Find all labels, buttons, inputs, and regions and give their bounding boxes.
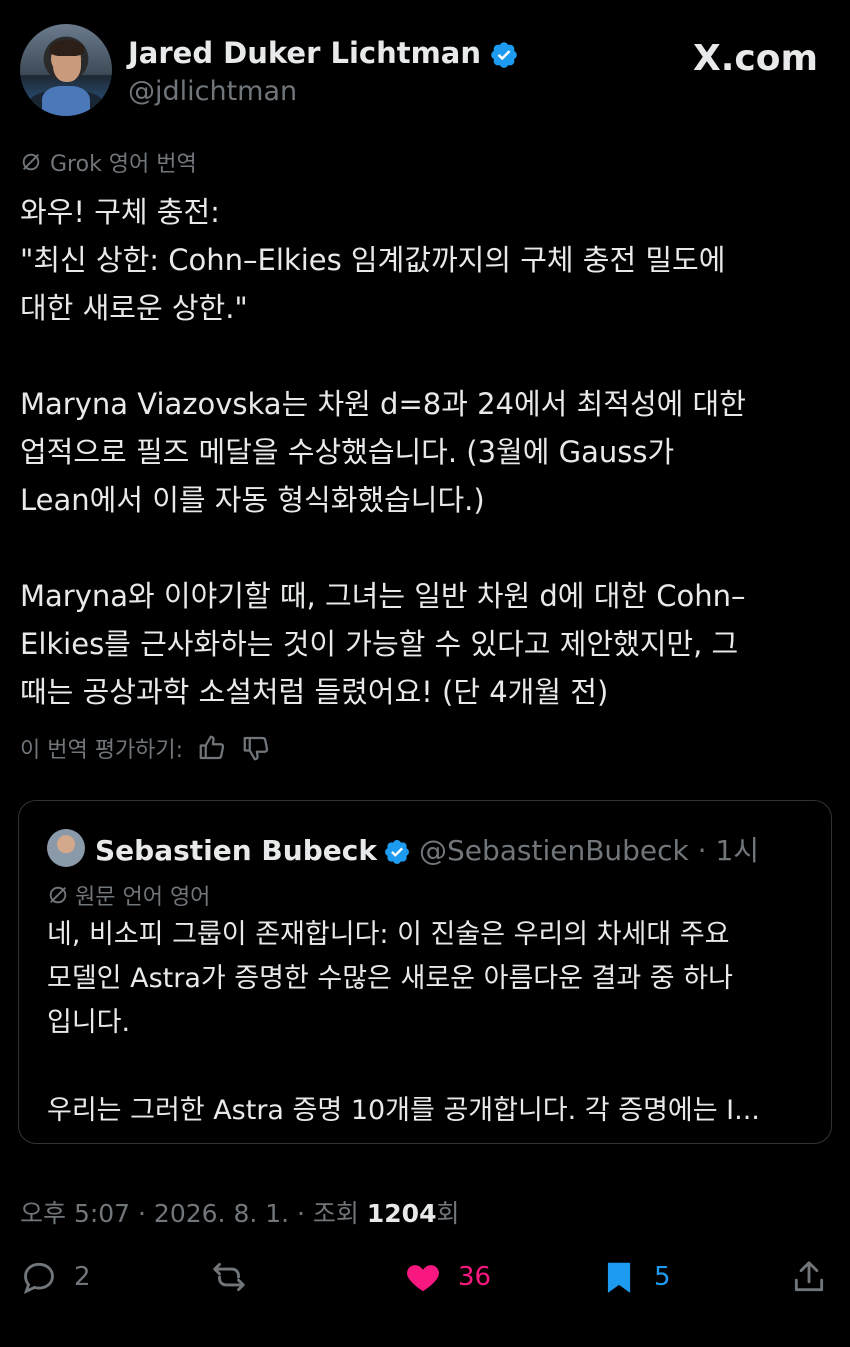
thumbs-down-icon[interactable]: [241, 733, 271, 763]
body-line: Elkies를 근사화하는 것이 가능할 수 있다고 제안했지만, 그: [20, 627, 739, 661]
tweet-meta: 오후 5:07 · 2026. 8. 1. · 조회 1204회: [20, 1194, 460, 1230]
tweet-timestamp[interactable]: 오후 5:07 · 2026. 8. 1. · 조회: [20, 1199, 367, 1228]
view-count-suffix: 회: [436, 1199, 460, 1228]
bookmark-count: 5: [654, 1262, 671, 1292]
translate-slash-icon: [22, 153, 40, 171]
translate-slash-icon: [49, 886, 67, 904]
body-line: 업적으로 필즈 메달을 수상했습니다. (3월에 Gauss가: [20, 435, 675, 469]
like-count: 36: [458, 1262, 492, 1292]
translation-note-text: Grok 영어 번역: [50, 152, 197, 177]
bookmark-button[interactable]: 5: [600, 1258, 671, 1296]
like-button[interactable]: 36: [404, 1258, 491, 1296]
quoted-author-name[interactable]: Sebastien Bubeck: [95, 834, 377, 867]
view-count: 1204: [366, 1199, 437, 1228]
body-line: Lean에서 이를 자동 형식화했습니다.): [20, 483, 485, 517]
translation-note: Grok 영어 번역: [20, 146, 197, 178]
body-line: "최신 상한: Cohn–Elkies 임계값까지의 구체 충전 밀도에: [20, 243, 726, 277]
verified-badge-icon: [491, 42, 517, 68]
quoted-body-line: 우리는 그러한 Astra 증명 10개를 공개합니다. 각 증명에는 I...: [47, 1095, 760, 1126]
quoted-body-line: 네, 비소피 그룹이 존재합니다: 이 진술은 우리의 차세대 주요: [47, 919, 730, 950]
rate-translation-label: 이 번역 평가하기:: [20, 738, 184, 763]
quoted-author-line[interactable]: Sebastien Bubeck @SebastienBubeck · 1시: [95, 829, 759, 869]
quoted-tweet[interactable]: Sebastien Bubeck @SebastienBubeck · 1시 원문…: [18, 800, 832, 1144]
body-line: 대한 새로운 상한.": [20, 291, 248, 325]
share-button[interactable]: [790, 1258, 828, 1296]
quoted-language-note: 원문 언어 영어: [47, 879, 210, 911]
author-name-text[interactable]: Jared Duker Lichtman: [128, 36, 481, 70]
retweet-button[interactable]: [210, 1258, 264, 1296]
reply-count: 2: [74, 1262, 91, 1292]
action-bar: 2 36 5: [20, 1258, 832, 1308]
rate-translation: 이 번역 평가하기:: [20, 732, 271, 764]
quoted-language-note-text: 원문 언어 영어: [75, 885, 211, 910]
retweet-icon: [213, 1262, 245, 1292]
tweet-header: Jared Duker Lichtman @jdlichtman X.com: [20, 24, 830, 120]
quoted-body-line: 모델인 Astra가 증명한 수많은 새로운 아름다운 결과 중 하나: [47, 963, 733, 994]
site-logo: X.com: [692, 38, 818, 79]
body-line: 때는 공상과학 소설처럼 들렸어요! (단 4개월 전): [20, 675, 609, 709]
author-avatar[interactable]: [20, 24, 112, 116]
tweet-body: 와우! 구체 충전: "최신 상한: Cohn–Elkies 임계값까지의 구체…: [20, 188, 840, 716]
body-line: Maryna Viazovska는 차원 d=8과 24에서 최적성에 대한: [20, 387, 746, 421]
reply-icon: [23, 1262, 54, 1294]
quoted-author-avatar[interactable]: [47, 829, 85, 867]
thumbs-up-icon[interactable]: [197, 733, 227, 763]
bookmark-icon: [607, 1262, 631, 1293]
reply-button[interactable]: 2: [20, 1258, 91, 1296]
share-icon: [794, 1261, 824, 1292]
author-handle[interactable]: @jdlichtman: [128, 76, 297, 107]
quoted-author-handle[interactable]: @SebastienBubeck · 1시: [419, 834, 759, 867]
quoted-tweet-body: 네, 비소피 그룹이 존재합니다: 이 진술은 우리의 차세대 주요 모델인 A…: [47, 913, 807, 1133]
verified-badge-icon: [384, 840, 409, 864]
quoted-body-line: 입니다.: [47, 1007, 131, 1038]
heart-icon: [407, 1265, 439, 1292]
body-line: 와우! 구체 충전:: [20, 195, 220, 229]
author-name[interactable]: Jared Duker Lichtman: [128, 36, 519, 70]
body-line: Maryna와 이야기할 때, 그녀는 일반 차원 d에 대한 Cohn–: [20, 579, 746, 613]
